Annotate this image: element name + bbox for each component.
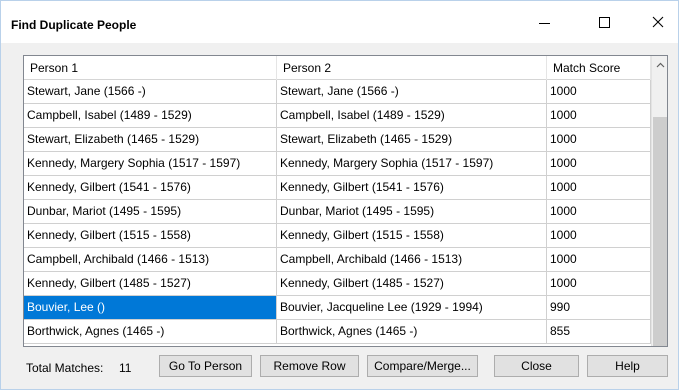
chevron-up-icon xyxy=(656,62,665,67)
maximize-icon xyxy=(598,16,610,28)
cell-person-2[interactable]: Kennedy, Gilbert (1541 - 1576) xyxy=(277,176,547,199)
cell-person-2[interactable]: Borthwick, Agnes (1465 -) xyxy=(277,320,547,343)
cell-person-2[interactable]: Dunbar, Mariot (1495 - 1595) xyxy=(277,200,547,223)
table-row[interactable]: Kennedy, Gilbert (1515 - 1558) Kennedy, G… xyxy=(24,224,651,248)
cell-person-1[interactable]: Kennedy, Margery Sophia (1517 - 1597) xyxy=(24,152,277,175)
remove-row-button[interactable]: Remove Row xyxy=(260,355,359,377)
cell-person-2[interactable]: Bouvier, Jacqueline Lee (1929 - 1994) xyxy=(277,296,547,319)
cell-match-score[interactable]: 1000 xyxy=(547,272,651,295)
cell-person-1[interactable]: Campbell, Archibald (1466 - 1513) xyxy=(24,248,277,271)
cell-match-score[interactable]: 990 xyxy=(547,296,651,319)
table-row[interactable]: Dunbar, Mariot (1495 - 1595) Dunbar, Mari… xyxy=(24,200,651,224)
vertical-scrollbar[interactable] xyxy=(651,56,667,346)
table-row[interactable]: Campbell, Archibald (1466 - 1513) Campbel… xyxy=(24,248,651,272)
grid-rows: Stewart, Jane (1566 -) Stewart, Jane (156… xyxy=(24,80,651,344)
cell-person-1[interactable]: Campbell, Isabel (1489 - 1529) xyxy=(24,104,277,127)
table-row[interactable]: Campbell, Isabel (1489 - 1529) Campbell, … xyxy=(24,104,651,128)
total-matches-value: 11 xyxy=(119,361,132,375)
cell-person-1[interactable]: Bouvier, Lee () xyxy=(24,296,277,319)
cell-person-2[interactable]: Stewart, Jane (1566 -) xyxy=(277,80,547,103)
close-window-button[interactable] xyxy=(635,1,679,43)
title-bar: Find Duplicate People xyxy=(1,1,678,43)
column-header-person-2[interactable]: Person 2 xyxy=(277,56,547,80)
cell-person-1[interactable]: Stewart, Elizabeth (1465 - 1529) xyxy=(24,128,277,151)
duplicates-grid[interactable]: Person 1 Person 2 Match Score Stewart, J… xyxy=(23,55,668,347)
cell-person-2[interactable]: Campbell, Archibald (1466 - 1513) xyxy=(277,248,547,271)
cell-person-2[interactable]: Stewart, Elizabeth (1465 - 1529) xyxy=(277,128,547,151)
scroll-up-button[interactable] xyxy=(652,56,667,73)
cell-person-1[interactable]: Kennedy, Gilbert (1515 - 1558) xyxy=(24,224,277,247)
go-to-person-button[interactable]: Go To Person xyxy=(159,355,252,377)
cell-match-score[interactable]: 1000 xyxy=(547,200,651,223)
cell-person-1[interactable]: Stewart, Jane (1566 -) xyxy=(24,80,277,103)
cell-match-score[interactable]: 1000 xyxy=(547,176,651,199)
cell-match-score[interactable]: 1000 xyxy=(547,80,651,103)
maximize-button[interactable] xyxy=(581,1,627,43)
cell-person-2[interactable]: Kennedy, Margery Sophia (1517 - 1597) xyxy=(277,152,547,175)
scrollbar-thumb[interactable] xyxy=(653,117,667,346)
help-button[interactable]: Help xyxy=(587,355,668,377)
cell-match-score[interactable]: 1000 xyxy=(547,104,651,127)
table-row[interactable]: Borthwick, Agnes (1465 -) Borthwick, Agne… xyxy=(24,320,651,344)
cell-person-1[interactable]: Borthwick, Agnes (1465 -) xyxy=(24,320,277,343)
minimize-icon xyxy=(538,22,550,24)
table-row[interactable]: Kennedy, Gilbert (1485 - 1527) Kennedy, G… xyxy=(24,272,651,296)
cell-person-2[interactable]: Campbell, Isabel (1489 - 1529) xyxy=(277,104,547,127)
cell-match-score[interactable]: 1000 xyxy=(547,248,651,271)
table-row[interactable]: Bouvier, Lee () Bouvier, Jacqueline Lee (… xyxy=(24,296,651,320)
table-row[interactable]: Kennedy, Gilbert (1541 - 1576) Kennedy, G… xyxy=(24,176,651,200)
cell-match-score[interactable]: 1000 xyxy=(547,152,651,175)
cell-match-score[interactable]: 1000 xyxy=(547,128,651,151)
dialog-footer: Total Matches: 11 Go To Person Remove Ro… xyxy=(1,353,678,383)
column-header-person-1[interactable]: Person 1 xyxy=(24,56,277,80)
cell-person-2[interactable]: Kennedy, Gilbert (1485 - 1527) xyxy=(277,272,547,295)
find-duplicate-people-dialog: Find Duplicate People Person 1 Person 2 … xyxy=(0,0,679,390)
cell-person-1[interactable]: Dunbar, Mariot (1495 - 1595) xyxy=(24,200,277,223)
table-row[interactable]: Stewart, Elizabeth (1465 - 1529) Stewart,… xyxy=(24,128,651,152)
minimize-button[interactable] xyxy=(521,1,567,43)
cell-person-2[interactable]: Kennedy, Gilbert (1515 - 1558) xyxy=(277,224,547,247)
cell-match-score[interactable]: 1000 xyxy=(547,224,651,247)
total-matches-label: Total Matches: xyxy=(26,361,104,375)
close-button[interactable]: Close xyxy=(494,355,579,377)
cell-person-1[interactable]: Kennedy, Gilbert (1485 - 1527) xyxy=(24,272,277,295)
cell-match-score[interactable]: 855 xyxy=(547,320,651,343)
compare-merge-button[interactable]: Compare/Merge... xyxy=(367,355,478,377)
window-title: Find Duplicate People xyxy=(11,18,137,32)
table-row[interactable]: Stewart, Jane (1566 -) Stewart, Jane (156… xyxy=(24,80,651,104)
cell-person-1[interactable]: Kennedy, Gilbert (1541 - 1576) xyxy=(24,176,277,199)
close-icon xyxy=(652,16,664,28)
column-header-match-score[interactable]: Match Score xyxy=(547,56,651,80)
grid-header: Person 1 Person 2 Match Score xyxy=(24,56,651,80)
table-row[interactable]: Kennedy, Margery Sophia (1517 - 1597) Ken… xyxy=(24,152,651,176)
